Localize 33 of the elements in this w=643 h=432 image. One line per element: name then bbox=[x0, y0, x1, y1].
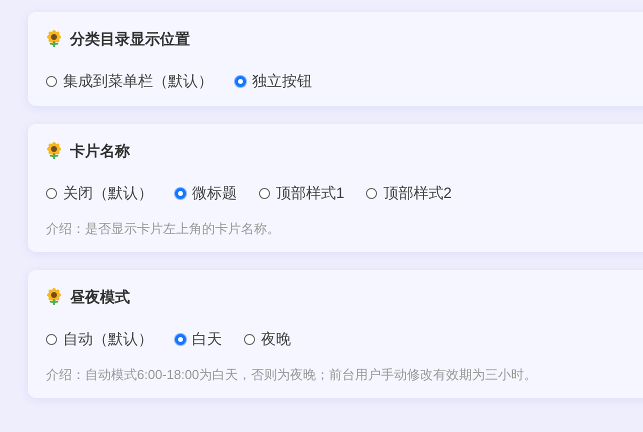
section-title: 分类目录显示位置 bbox=[70, 30, 190, 48]
radio-button[interactable] bbox=[366, 188, 378, 198]
option-label: 白天 bbox=[192, 330, 222, 348]
radio-button[interactable] bbox=[259, 188, 270, 198]
sunflower-icon bbox=[46, 142, 62, 160]
radio-button[interactable] bbox=[46, 334, 57, 344]
radio-option[interactable]: 自动（默认） bbox=[46, 330, 153, 348]
option-label: 独立按钮 bbox=[252, 72, 312, 90]
option-label: 微标题 bbox=[192, 184, 237, 202]
radio-option[interactable]: 关闭（默认） bbox=[46, 184, 153, 202]
section-title: 昼夜模式 bbox=[70, 288, 130, 306]
radio-button[interactable] bbox=[175, 188, 186, 198]
radio-button[interactable] bbox=[235, 76, 246, 86]
radio-option[interactable]: 独立按钮 bbox=[235, 72, 312, 90]
radio-button[interactable] bbox=[175, 334, 186, 344]
radio-option[interactable]: 白天 bbox=[175, 330, 222, 348]
radio-option[interactable]: 顶部样式1 bbox=[259, 184, 344, 202]
radio-option[interactable]: 顶部样式2 bbox=[366, 184, 452, 202]
intro-text: 介绍：是否显示卡片左上角的卡片名称。 bbox=[46, 220, 281, 238]
option-label: 顶部样式1 bbox=[276, 184, 344, 202]
radio-button[interactable] bbox=[244, 334, 255, 344]
radio-option[interactable]: 微标题 bbox=[175, 184, 237, 202]
sunflower-icon bbox=[46, 30, 62, 48]
radio-button[interactable] bbox=[46, 76, 57, 86]
option-label: 关闭（默认） bbox=[63, 184, 153, 202]
option-label: 夜晚 bbox=[261, 330, 291, 348]
intro-text: 介绍：自动模式6:00-18:00为白天，否则为夜晚；前台用户手动修改有效期为三小时。 bbox=[46, 366, 538, 384]
sunflower-icon bbox=[46, 288, 62, 306]
option-label: 自动（默认） bbox=[63, 330, 153, 348]
option-label: 顶部样式2 bbox=[383, 184, 452, 202]
radio-option[interactable]: 夜晚 bbox=[244, 330, 291, 348]
section-title: 卡片名称 bbox=[70, 142, 130, 160]
radio-button[interactable] bbox=[46, 188, 57, 198]
